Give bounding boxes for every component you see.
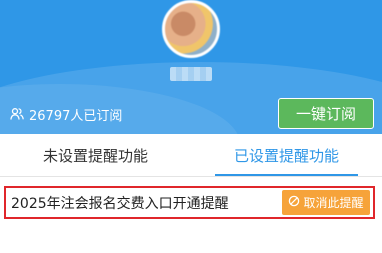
profile-header: 26797人已订阅 一键订阅 [0, 0, 382, 134]
tab-set[interactable]: 已设置提醒功能 [191, 134, 382, 176]
tab-not-set[interactable]: 未设置提醒功能 [0, 134, 191, 176]
reminder-row: 2025年注会报名交费入口开通提醒 取消此提醒 [4, 186, 375, 219]
avatar [162, 0, 220, 58]
cancel-reminder-label: 取消此提醒 [303, 196, 364, 210]
reminder-tabs: 未设置提醒功能 已设置提醒功能 [0, 134, 382, 176]
subscriber-count: 26797人已订阅 [10, 104, 122, 124]
reminder-title: 2025年注会报名交费入口开通提醒 [11, 195, 229, 212]
nickname-blurred [170, 67, 212, 81]
ban-icon [288, 195, 300, 210]
subscriber-count-label: 26797人已订阅 [29, 108, 123, 124]
subscribe-all-button[interactable]: 一键订阅 [278, 98, 374, 129]
reminder-list: 2025年注会报名交费入口开通提醒 取消此提醒 [0, 176, 382, 253]
cancel-reminder-button[interactable]: 取消此提醒 [282, 190, 370, 215]
users-icon [10, 107, 24, 121]
